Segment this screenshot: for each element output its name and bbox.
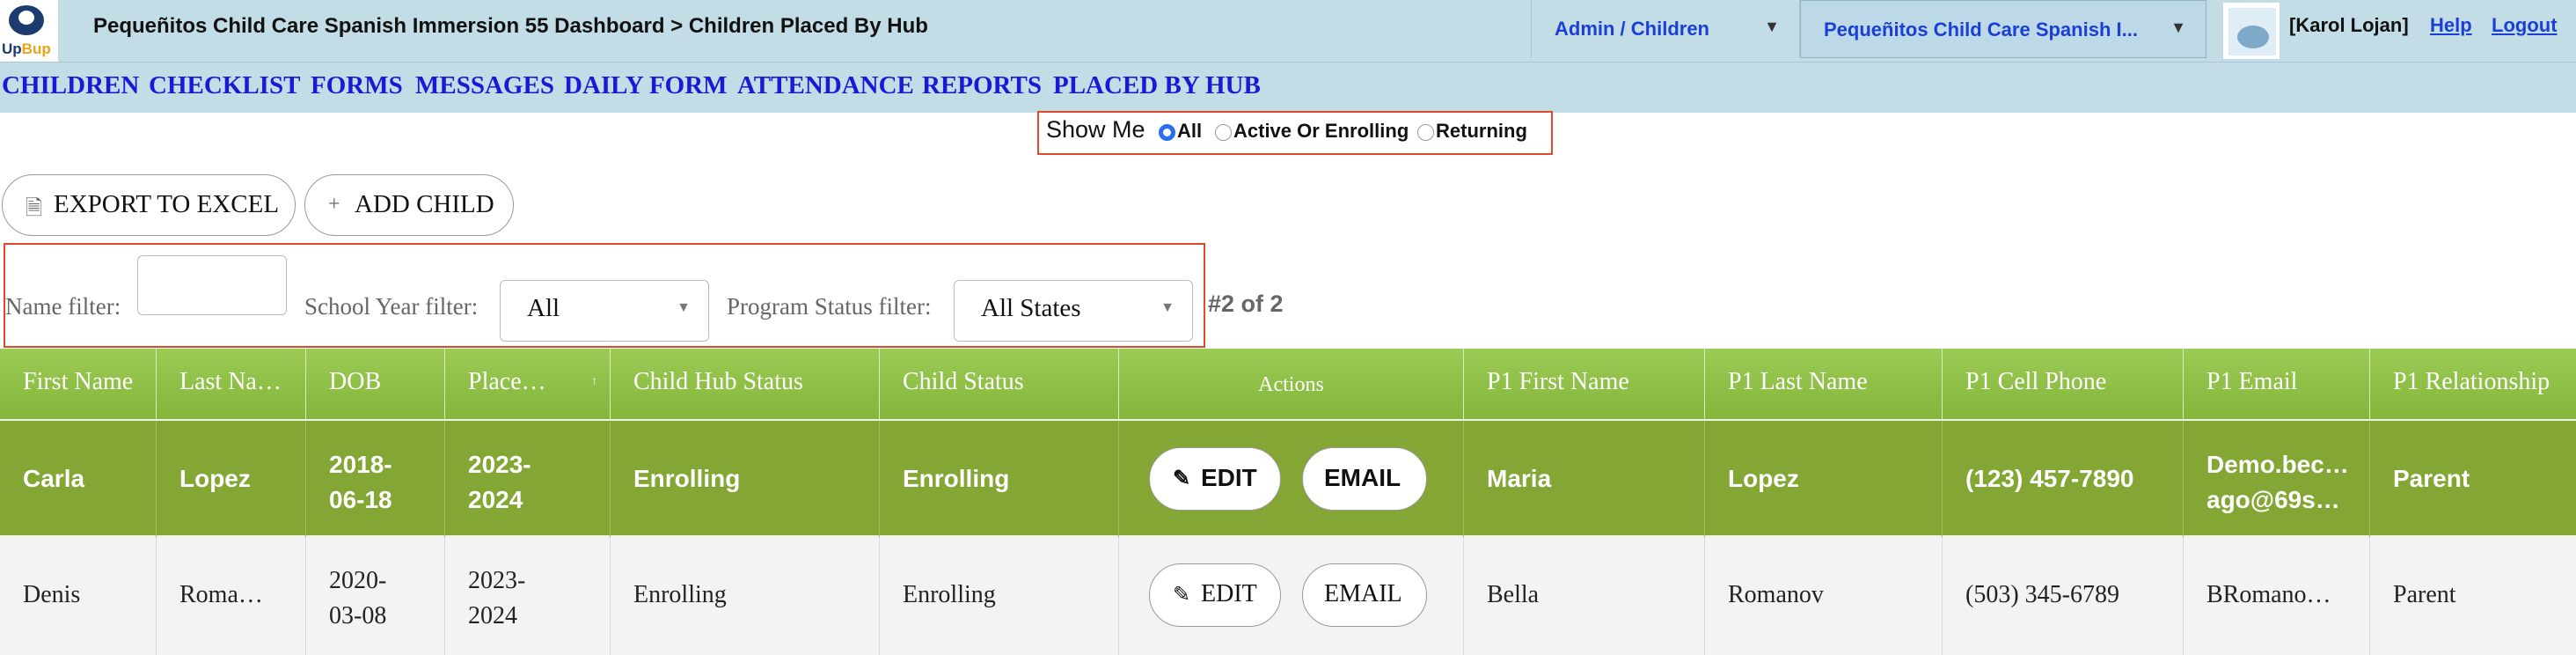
email-button[interactable]: EMAIL — [1302, 447, 1427, 511]
edit-button[interactable]: ✎ EDIT — [1149, 563, 1281, 627]
nav-daily-form[interactable]: DAILY FORM — [564, 71, 728, 100]
col-p1-cell-phone[interactable]: P1 Cell Phone — [1943, 349, 2184, 419]
col-p1-email[interactable]: P1 Email — [2184, 349, 2370, 419]
center-select-value: Pequeñitos Child Care Spanish I... — [1824, 18, 2138, 40]
radio-returning-label[interactable]: Returning — [1436, 120, 1527, 143]
nav-forms[interactable]: FORMS — [311, 71, 403, 100]
col-p1-relationship[interactable]: P1 Relationship — [2370, 349, 2576, 419]
chevron-down-icon: ▼ — [2170, 18, 2186, 36]
col-child-status[interactable]: Child Status — [880, 349, 1119, 419]
children-table: First Name Last Na… DOB Place… ↑ Child Hu… — [0, 349, 2576, 655]
export-to-excel-button[interactable]: 🗎 EXPORT TO EXCEL — [2, 174, 296, 236]
nav-reports[interactable]: REPORTS — [922, 71, 1042, 100]
center-select[interactable]: Pequeñitos Child Care Spanish I... ▼ — [1800, 0, 2206, 58]
radio-all[interactable] — [1159, 124, 1175, 141]
pencil-icon: ✎ — [1173, 584, 1191, 607]
radio-returning[interactable] — [1417, 124, 1434, 141]
program-status-filter-select[interactable]: All States ▼ — [954, 280, 1193, 342]
table-row[interactable]: Carla Lopez 2018- 06-18 2023- 2024 Enrolli… — [0, 419, 2576, 539]
table-row[interactable]: Denis Roma… 2020- 03-08 2023- 2024 Enrolli… — [0, 537, 2576, 655]
filters-panel: Name filter: School Year filter: All ▼ P… — [4, 243, 1205, 348]
school-year-filter-label: School Year filter: — [304, 293, 479, 320]
col-p1-last-name[interactable]: P1 Last Name — [1705, 349, 1943, 419]
program-status-filter-label: Program Status filter: — [727, 293, 932, 320]
radio-active-or-enrolling[interactable] — [1215, 124, 1232, 141]
col-p1-first-name[interactable]: P1 First Name — [1464, 349, 1705, 419]
logo-wordmark: UpBup — [2, 40, 51, 57]
edit-button[interactable]: ✎ EDIT — [1149, 447, 1281, 511]
email-button[interactable]: EMAIL — [1302, 563, 1427, 627]
add-child-button[interactable]: + ADD CHILD — [304, 174, 514, 236]
col-first-name[interactable]: First Name — [0, 349, 157, 419]
col-placement[interactable]: Place… ↑ — [445, 349, 611, 419]
show-me-label: Show Me — [1046, 116, 1145, 143]
help-link[interactable]: Help — [2430, 14, 2472, 37]
excel-file-icon: 🗎 — [26, 197, 43, 220]
nav-attendance[interactable]: ATTENDANCE — [737, 71, 914, 100]
nav-checklist[interactable]: CHECKLIST — [149, 71, 300, 100]
sort-arrow-icon: ↑ — [591, 375, 597, 388]
show-me-filter: Show Me All Active Or Enrolling Returnin… — [1037, 111, 1553, 155]
nav-placed-by-hub[interactable]: PLACED BY HUB — [1053, 71, 1261, 100]
breadcrumb: Pequeñitos Child Care Spanish Immersion … — [93, 14, 928, 38]
name-filter-label: Name filter: — [5, 293, 121, 320]
logo-mark-icon — [9, 5, 44, 35]
main-nav: CHILDREN CHECKLIST FORMS MESSAGES DAILY … — [0, 63, 2576, 113]
school-year-filter-value: All — [527, 294, 560, 322]
col-last-name[interactable]: Last Na… — [157, 349, 306, 419]
chevron-down-icon: ▼ — [1764, 18, 1780, 35]
chevron-down-icon: ▼ — [677, 300, 691, 315]
col-actions: Actions — [1119, 349, 1464, 419]
school-year-filter-select[interactable]: All ▼ — [500, 280, 709, 342]
col-dob[interactable]: DOB — [306, 349, 445, 419]
role-select[interactable]: Admin / Children ▼ — [1531, 0, 1800, 58]
role-select-value: Admin / Children — [1555, 18, 1709, 40]
top-bar: UpBup Pequeñitos Child Care Spanish Imme… — [0, 0, 2576, 63]
table-header: First Name Last Na… DOB Place… ↑ Child Hu… — [0, 349, 2576, 419]
radio-all-label[interactable]: All — [1177, 120, 1202, 143]
chevron-down-icon: ▼ — [1160, 300, 1175, 315]
app-logo[interactable]: UpBup — [0, 0, 58, 62]
name-filter-input[interactable] — [137, 255, 287, 315]
nav-messages[interactable]: MESSAGES — [415, 71, 554, 100]
pencil-icon: ✎ — [1173, 467, 1191, 490]
nav-children[interactable]: CHILDREN — [2, 71, 139, 100]
program-status-filter-value: All States — [981, 294, 1081, 322]
user-name: [Karol Lojan] — [2289, 14, 2409, 36]
avatar[interactable] — [2222, 2, 2280, 60]
plus-icon: + — [328, 193, 340, 216]
radio-active-or-enrolling-label[interactable]: Active Or Enrolling — [1233, 120, 1409, 143]
logout-link[interactable]: Logout — [2492, 14, 2558, 37]
col-child-hub-status[interactable]: Child Hub Status — [611, 349, 880, 419]
record-count: #2 of 2 — [1208, 291, 1284, 317]
